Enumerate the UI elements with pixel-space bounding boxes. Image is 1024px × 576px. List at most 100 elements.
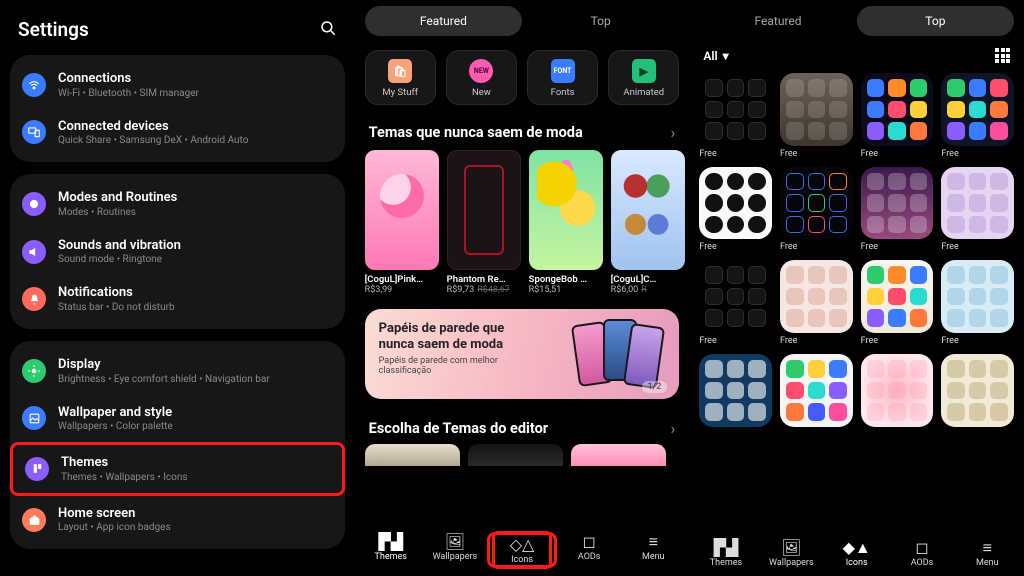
icon-pack[interactable]: Free — [861, 260, 934, 346]
chip-my-stuff[interactable]: 🛍 My Stuff — [365, 50, 436, 105]
icon-pack[interactable]: Free — [861, 73, 934, 159]
pack-price: Free — [941, 149, 1014, 159]
tab-featured[interactable]: Featured — [365, 6, 522, 36]
category-chips: 🛍 My Stuff NEW New FONT Fonts ▶ Animated — [355, 42, 690, 113]
icons-store-screen: Featured Top All ▾ Free Free Free Free F… — [689, 0, 1024, 576]
chip-fonts[interactable]: FONT Fonts — [527, 50, 598, 105]
settings-row-wallpaper[interactable]: Wallpaper and styleWallpapers • Color pa… — [10, 395, 345, 443]
pack-price: Free — [861, 242, 934, 252]
editor-picks-carousel[interactable] — [355, 444, 690, 466]
bottom-nav: ▛▟ Themes 🖼 Wallpapers ◇△ Icons ◻ AODs ≡… — [355, 526, 690, 576]
bell-icon — [22, 287, 46, 311]
pack-price: Free — [941, 242, 1014, 252]
settings-row-sounds[interactable]: Sounds and vibrationSound mode • Rington… — [10, 228, 345, 276]
promo-banner[interactable]: Papéis de parede que nunca saem de moda … — [365, 309, 680, 399]
theme-price: R$3,99 — [365, 285, 439, 295]
devices-icon — [22, 120, 46, 144]
nav-icons[interactable]: ◇△ Icons — [487, 532, 557, 568]
modes-icon — [22, 192, 46, 216]
theme-card[interactable]: [CoguL]C… R$6,00R — [611, 150, 685, 295]
theme-thumbnail — [447, 150, 521, 270]
settings-row-title: Modes and Routines — [58, 190, 177, 206]
nav-themes[interactable]: ▛▟ Themes — [693, 538, 758, 568]
icon-pack[interactable]: Free — [780, 260, 853, 346]
nav-wallpapers[interactable]: 🖼 Wallpapers — [759, 538, 824, 568]
section-title-1: Temas que nunca saem de moda — [369, 124, 583, 141]
grid-view-toggle[interactable] — [995, 48, 1010, 63]
theme-price: R$6,00R — [611, 285, 685, 295]
settings-screen: Settings ConnectionsWi-Fi • Bluetooth • … — [0, 0, 355, 576]
nav-wallpapers[interactable]: 🖼 Wallpapers — [423, 532, 487, 568]
themes-nav-icon: ▛▟ — [359, 532, 423, 550]
icon-pack[interactable]: Free — [861, 167, 934, 253]
theme-name: SpongeBob … — [529, 274, 603, 285]
tab-top[interactable]: Top — [522, 6, 679, 36]
settings-row-connected-devices[interactable]: Connected devicesQuick Share • Samsung D… — [10, 109, 345, 157]
search-icon[interactable] — [319, 19, 337, 41]
icon-pack[interactable] — [941, 354, 1014, 427]
chevron-right-icon[interactable]: › — [671, 419, 676, 438]
nav-aods[interactable]: ◻ AODs — [889, 538, 954, 568]
themes-carousel[interactable]: [CoguL]Pink… R$3,99 Phantom Re… R$9,73R$… — [355, 148, 690, 299]
settings-row-title: Home screen — [58, 506, 171, 522]
banner-pager: 1/2 — [642, 381, 668, 393]
bottom-nav: ▛▟ Themes 🖼 Wallpapers ◆▲ Icons ◻ AODs ≡… — [689, 532, 1024, 576]
tab-top[interactable]: Top — [857, 6, 1014, 36]
icon-pack[interactable]: Free — [699, 167, 772, 253]
settings-row-connections[interactable]: ConnectionsWi-Fi • Bluetooth • SIM manag… — [10, 61, 345, 109]
icon-pack[interactable]: Free — [941, 73, 1014, 159]
icon-pack[interactable]: Free — [941, 260, 1014, 346]
settings-row-title: Themes — [61, 455, 188, 471]
settings-row-themes[interactable]: ThemesThemes • Wallpapers • Icons — [10, 442, 345, 496]
wifi-icon — [22, 73, 46, 97]
theme-store-screen: Featured Top 🛍 My Stuff NEW New FONT Fon… — [355, 0, 690, 576]
themes-icon — [25, 457, 49, 481]
icon-pack[interactable] — [699, 354, 772, 427]
icon-pack[interactable]: Free — [699, 260, 772, 346]
icon-pack[interactable]: Free — [780, 167, 853, 253]
filter-all-dropdown[interactable]: All ▾ — [703, 49, 728, 63]
chip-label: Fonts — [528, 87, 597, 98]
nav-aods[interactable]: ◻ AODs — [557, 532, 621, 568]
chip-animated[interactable]: ▶ Animated — [608, 50, 679, 105]
settings-row-notifications[interactable]: NotificationsStatus bar • Do not disturb — [10, 275, 345, 323]
wallpapers-nav-icon: 🖼 — [423, 532, 487, 550]
chip-new[interactable]: NEW New — [446, 50, 517, 105]
wallpapers-nav-icon: 🖼 — [759, 538, 824, 556]
icon-pack[interactable]: Free — [941, 167, 1014, 253]
nav-icons[interactable]: ◆▲ Icons — [824, 538, 889, 568]
icon-pack[interactable] — [780, 354, 853, 427]
theme-card[interactable]: Phantom Re… R$9,73R$48,67 — [447, 150, 521, 295]
settings-row-display[interactable]: DisplayBrightness • Eye comfort shield •… — [10, 347, 345, 395]
tab-featured[interactable]: Featured — [699, 6, 856, 36]
section-title-2: Escolha de Temas do editor — [369, 420, 548, 437]
nav-themes[interactable]: ▛▟ Themes — [359, 532, 423, 568]
banner-title: Papéis de parede que nunca saem de moda — [379, 321, 539, 352]
icon-pack[interactable]: Free — [780, 73, 853, 159]
chevron-down-icon: ▾ — [723, 49, 729, 63]
settings-row-title: Display — [58, 357, 270, 373]
settings-row-home[interactable]: Home screenLayout • App icon badges — [10, 496, 345, 544]
settings-title: Settings — [18, 18, 89, 41]
sound-icon — [22, 240, 46, 264]
settings-row-sub: Layout • App icon badges — [58, 522, 171, 533]
icon-pack[interactable]: Free — [699, 73, 772, 159]
nav-menu[interactable]: ≡ Menu — [955, 538, 1020, 568]
theme-card[interactable]: SpongeBob … R$15,51 — [529, 150, 603, 295]
chip-label: New — [447, 87, 516, 98]
themes-nav-icon: ▛▟ — [693, 538, 758, 556]
settings-row-title: Notifications — [58, 285, 175, 301]
theme-price: R$15,51 — [529, 285, 603, 295]
chip-label: My Stuff — [366, 87, 435, 98]
chevron-right-icon[interactable]: › — [671, 123, 676, 142]
icons-tabs: Featured Top — [689, 0, 1024, 42]
wallpaper-icon — [22, 406, 46, 430]
pack-price: Free — [941, 336, 1014, 346]
icon-pack[interactable] — [861, 354, 934, 427]
settings-group-2: Modes and RoutinesModes • Routines Sound… — [10, 174, 345, 329]
nav-menu[interactable]: ≡ Menu — [621, 532, 685, 568]
settings-row-sub: Modes • Routines — [58, 207, 177, 218]
theme-card[interactable]: [CoguL]Pink… R$3,99 — [365, 150, 439, 295]
home-icon — [22, 508, 46, 532]
settings-row-modes[interactable]: Modes and RoutinesModes • Routines — [10, 180, 345, 228]
